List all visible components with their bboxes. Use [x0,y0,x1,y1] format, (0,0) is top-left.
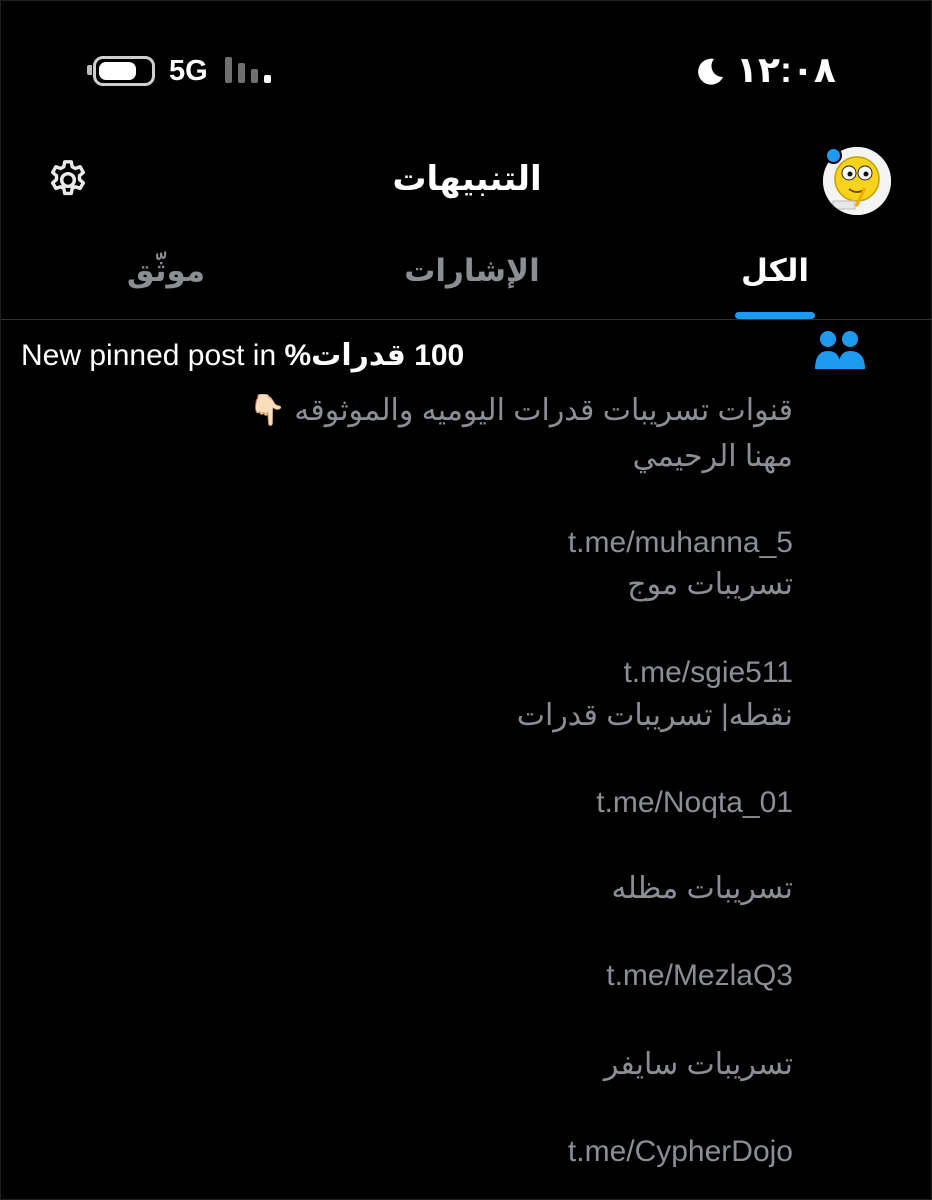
community-name[interactable]: 100 قدرات% [285,339,465,372]
notification-title-prefix: New pinned post in [21,339,285,372]
post-line: مهنا الرحيمي [632,440,793,473]
tab-mentions[interactable]: الإشارات [397,253,547,289]
community-icon [815,331,865,369]
signal-strength-icon [225,57,277,83]
post-link[interactable]: t.me/Noqta_01 [596,786,793,820]
post-link[interactable]: t.me/MezlaQ3 [606,959,793,993]
post-line: نقطه| تسريبات قدرات [516,699,793,732]
divider [1,319,932,320]
screen: 5G ١٢:٠٨ التنبيهات الكل الإشارات موثّق N… [0,0,932,1200]
post-line: تسريبات موج [627,568,793,601]
notification-title[interactable]: New pinned post in 100 قدرات% [21,338,821,373]
battery-icon [87,56,155,86]
page-title: التنبيهات [392,160,542,198]
selected-tab-indicator [735,312,815,319]
post-link[interactable]: t.me/muhanna_5 [568,526,793,560]
post-link[interactable]: t.me/CypherDojo [568,1135,793,1169]
unread-indicator [825,147,842,164]
tab-verified[interactable]: موثّق [111,253,221,289]
moon-icon [698,58,723,85]
network-type: 5G [169,55,208,87]
post-line: تسريبات سايفر [603,1048,793,1081]
tab-all[interactable]: الكل [729,253,821,289]
post-link[interactable]: t.me/sgie511 [623,656,793,690]
post-line: قنوات تسريبات قدرات اليوميه والموثوقه 👇🏻 [248,394,793,427]
status-clock: ١٢:٠٨ [736,49,836,90]
post-line: تسريبات مظله [611,872,793,905]
